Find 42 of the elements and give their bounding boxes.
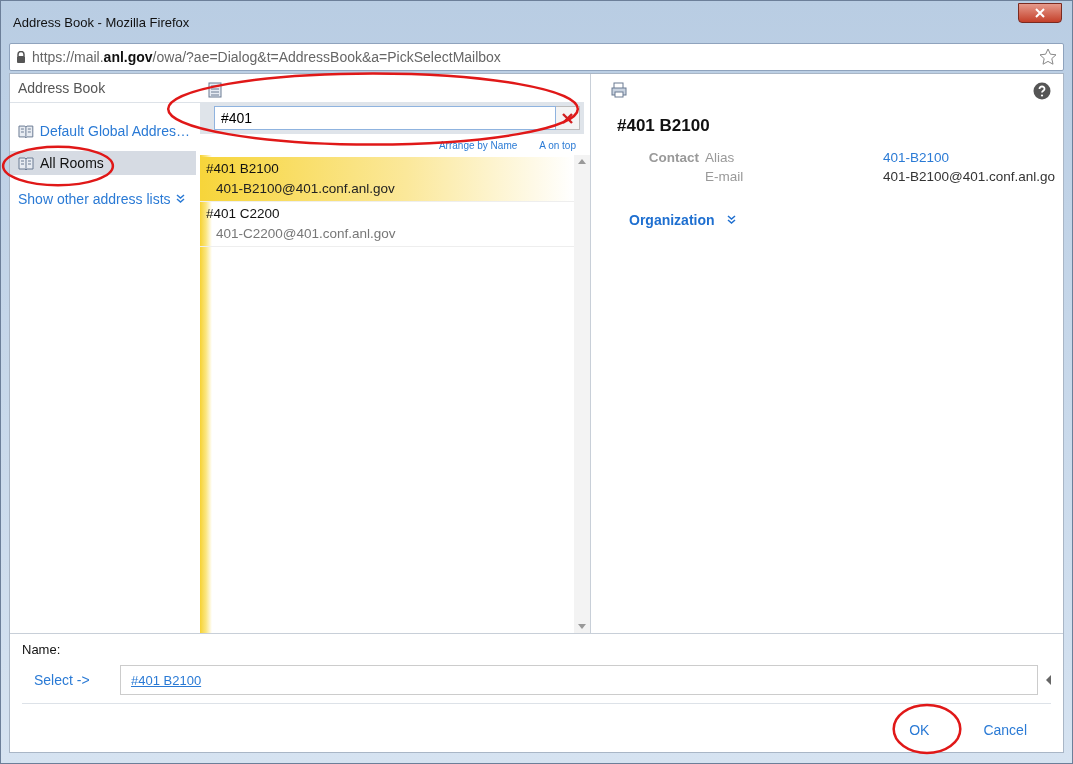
- field-label: Alias: [705, 150, 736, 165]
- scroll-up-icon[interactable]: [578, 159, 586, 164]
- name-label: Name:: [22, 642, 62, 657]
- organization-link[interactable]: Organization: [629, 212, 715, 228]
- book-icon: [18, 124, 34, 138]
- dialog-button[interactable]: Cancel: [973, 718, 1037, 742]
- field-label: E-mail: [705, 169, 745, 184]
- name-field[interactable]: #401 B2100: [120, 665, 1038, 695]
- lock-icon: [16, 51, 26, 63]
- collapse-arrow-icon[interactable]: [1046, 675, 1051, 685]
- print-icon[interactable]: [611, 82, 627, 98]
- alias-link[interactable]: 401-B2100: [883, 150, 1056, 165]
- address-bar[interactable]: https://mail.anl.gov/owa/?ae=Dialog&t=AddressBook&a=PickSelectMailbox: [9, 43, 1064, 71]
- star-icon[interactable]: [1039, 48, 1057, 66]
- book-icon: [18, 156, 34, 170]
- address-list-item[interactable]: All Rooms: [10, 151, 196, 175]
- double-chevron-icon[interactable]: [726, 215, 736, 225]
- close-icon: [562, 112, 573, 124]
- search-field[interactable]: #401: [214, 106, 556, 130]
- result-row[interactable]: #401 B2100 401-B2100@401.conf.anl.gov: [200, 157, 574, 202]
- room-name: #401 C2200: [206, 205, 281, 223]
- section-label: Contact: [647, 150, 700, 165]
- select-link[interactable]: Select ->: [22, 671, 112, 689]
- sidebar-heading: Address Book: [10, 80, 200, 103]
- order-link[interactable]: A on top: [539, 140, 576, 151]
- close-icon: [1035, 8, 1045, 18]
- recipient-link[interactable]: #401 B2100: [131, 672, 202, 688]
- url-text: https://mail.anl.gov/owa/?ae=Dialog&t=AddressBook&a=PickSelectMailbox: [32, 49, 502, 65]
- close-button[interactable]: [1018, 3, 1062, 23]
- double-chevron-icon: [175, 194, 185, 204]
- room-email: 401-B2100@401.conf.anl.gov: [215, 180, 396, 198]
- address-list-item[interactable]: Default Global Addres…: [10, 119, 196, 143]
- scroll-down-icon[interactable]: [578, 624, 586, 629]
- show-lists-link[interactable]: Show other address lists: [18, 191, 171, 207]
- field-value: 401-B2100@401.conf.anl.go: [883, 169, 1056, 184]
- contact-name: #401 B2100: [616, 115, 711, 137]
- arrange-link[interactable]: Arrange by Name: [438, 140, 518, 151]
- help-icon[interactable]: [1033, 82, 1051, 100]
- window-title: Address Book - Mozilla Firefox: [12, 14, 190, 30]
- scrollbar[interactable]: [574, 155, 590, 633]
- room-name: #401 B2100: [206, 160, 280, 178]
- room-email: 401-C2200@401.conf.anl.gov: [215, 225, 397, 243]
